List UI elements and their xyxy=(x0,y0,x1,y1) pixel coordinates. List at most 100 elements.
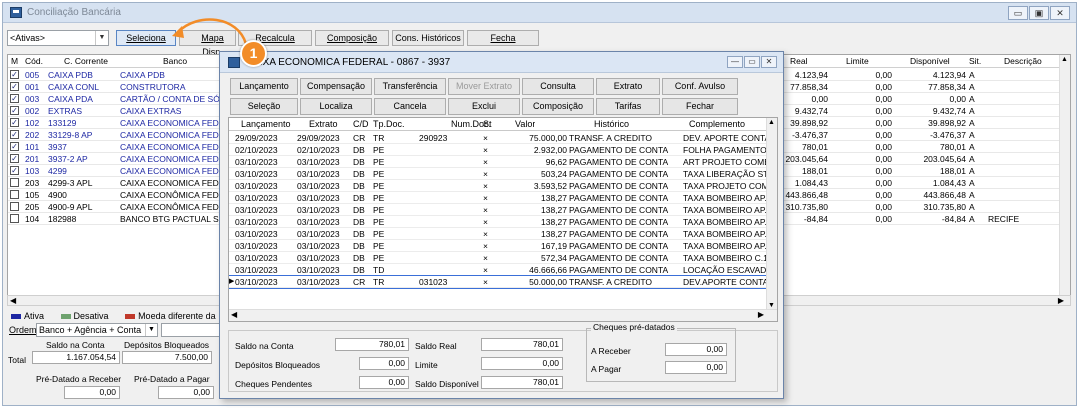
dlg-saldo-disp-label: Saldo Disponível xyxy=(415,379,479,389)
cell-historico: PAGAMENTO DE CONTA xyxy=(569,265,669,275)
cell-cd: DB xyxy=(353,241,365,251)
scroll-left-icon[interactable]: ◀ xyxy=(231,310,237,319)
tarifas-label: Tarifas xyxy=(614,101,642,111)
scroll-up-icon[interactable]: ▲ xyxy=(768,119,775,126)
transactions-vertical-scrollbar[interactable]: ▲ ▼ xyxy=(766,118,777,310)
cell-lancamento: 03/10/2023 xyxy=(235,205,278,215)
composicao-button[interactable]: Composição xyxy=(315,30,389,46)
table-row[interactable]: 03/10/2023 03/10/2023 DB TD × 46.666,66 PAGAME… xyxy=(229,264,767,276)
cell-conta-corrente: CAIXA PDA xyxy=(48,94,93,104)
row-checkbox[interactable]: ✓ xyxy=(10,166,19,175)
table-row[interactable]: 02/10/2023 02/10/2023 DB PE × 2.932,00 PAGAMEN… xyxy=(229,144,767,156)
conf-avulso-button[interactable]: Conf. Avulso xyxy=(662,78,738,95)
compensacao-button[interactable]: Compensação xyxy=(300,78,372,95)
table-row[interactable]: 03/10/2023 03/10/2023 DB PE × 138,27 PAGAMENTO… xyxy=(229,216,767,228)
transactions-horizontal-scrollbar[interactable]: ◀ ▶ xyxy=(229,309,777,321)
grid-vertical-scrollbar[interactable]: ▲ xyxy=(1059,55,1070,295)
maximize-button[interactable]: ▣ xyxy=(1029,6,1049,20)
col-tp-doc: Tp.Doc. xyxy=(373,119,405,129)
table-row[interactable]: 03/10/2023 03/10/2023 DB PE × 138,27 PAGAMENTO… xyxy=(229,228,767,240)
chevron-down-icon[interactable]: ▼ xyxy=(95,31,108,45)
ordem-select[interactable]: Banco + Agência + Conta ▼ xyxy=(36,323,158,337)
scroll-right-icon[interactable]: ▶ xyxy=(758,310,764,319)
cell-extrato: 03/10/2023 xyxy=(297,157,340,167)
row-checkbox[interactable] xyxy=(10,214,19,223)
saldo-conta-label: Saldo na Conta xyxy=(46,340,105,350)
scroll-right-icon[interactable]: ▶ xyxy=(1058,296,1064,305)
cell-lancamento: 03/10/2023 xyxy=(235,265,278,275)
localiza-button[interactable]: Localiza xyxy=(300,98,372,115)
transferencia-button[interactable]: Transferência xyxy=(374,78,446,95)
lancamento-button[interactable]: Lançamento xyxy=(230,78,298,95)
chevron-down-icon[interactable]: ▼ xyxy=(145,324,157,336)
legend-ativa-label: Ativa xyxy=(24,311,45,321)
minimize-button[interactable]: ▭ xyxy=(1008,6,1028,20)
dep-bloq-value: 7.500,00 xyxy=(122,351,212,364)
row-checkbox[interactable] xyxy=(10,202,19,211)
fecha-button[interactable]: Fecha xyxy=(467,30,539,46)
row-checkbox[interactable]: ✓ xyxy=(10,82,19,91)
table-row[interactable]: 03/10/2023 03/10/2023 DB PE × 3.593,52 PAGAMEN… xyxy=(229,180,767,192)
cell-banco: CONSTRUTORA xyxy=(120,82,186,92)
cell-banco: CAIXA ECONOMICA FEDER xyxy=(120,154,222,164)
dialog-close-button[interactable]: ✕ xyxy=(761,56,777,68)
table-row[interactable]: ▶ 03/10/2023 03/10/2023 CR TR 031023 × 50.000,0… xyxy=(229,275,768,289)
cell-historico: PAGAMENTO DE CONTA xyxy=(569,193,669,203)
table-row[interactable]: 03/10/2023 03/10/2023 DB PE × 138,27 PAGAMENTO… xyxy=(229,204,767,216)
row-checkbox[interactable]: ✓ xyxy=(10,94,19,103)
cell-real: 39.898,92 xyxy=(790,118,828,128)
compensacao-label: Compensação xyxy=(306,81,366,91)
cell-cod: 101 xyxy=(25,142,40,152)
cons-historicos-button[interactable]: Cons. Históricos xyxy=(392,30,464,46)
exclui-button[interactable]: Exclui xyxy=(448,98,520,115)
cell-limite: 0,00 xyxy=(875,106,892,116)
seleciona-button[interactable]: Seleciona xyxy=(116,30,176,46)
cell-cd: DB xyxy=(353,265,365,275)
cell-real: 310.735,80 xyxy=(785,202,828,212)
total-label: Total xyxy=(8,355,26,365)
table-row[interactable]: 29/09/2023 29/09/2023 CR TR 290923 × 75.000,00… xyxy=(229,132,767,144)
row-checkbox[interactable]: ✓ xyxy=(10,154,19,163)
cell-st: × xyxy=(483,145,488,155)
table-row[interactable]: 03/10/2023 03/10/2023 DB PE × 96,62 PAGAMENTO … xyxy=(229,156,767,168)
cell-real: 188,01 xyxy=(802,166,828,176)
row-checkbox[interactable]: ✓ xyxy=(10,106,19,115)
composicao-dialog-button[interactable]: Composição xyxy=(522,98,594,115)
cell-conta-corrente: 3937 xyxy=(48,142,67,152)
row-checkbox[interactable]: ✓ xyxy=(10,70,19,79)
dialog-minimize-button[interactable]: — xyxy=(727,56,743,68)
row-checkbox[interactable]: ✓ xyxy=(10,130,19,139)
row-checkbox[interactable] xyxy=(10,178,19,187)
table-row[interactable]: 03/10/2023 03/10/2023 DB PE × 572,34 PAGAMENTO… xyxy=(229,252,767,264)
fechar-button[interactable]: Fechar xyxy=(662,98,738,115)
window-title: Conciliação Bancária xyxy=(27,7,121,18)
tarifas-button[interactable]: Tarifas xyxy=(596,98,660,115)
cell-cod: 103 xyxy=(25,166,40,176)
table-row[interactable]: 03/10/2023 03/10/2023 DB PE × 503,24 PAGAMENTO… xyxy=(229,168,767,180)
scroll-up-icon[interactable]: ▲ xyxy=(1061,56,1068,63)
cell-disponivel: 77.858,34 xyxy=(928,82,966,92)
cell-sit: A xyxy=(969,70,975,80)
cell-limite: 0,00 xyxy=(875,214,892,224)
extrato-button[interactable]: Extrato xyxy=(596,78,660,95)
cell-tp-doc: TR xyxy=(373,277,385,287)
ordem-search-input[interactable] xyxy=(161,323,221,337)
selecao-button[interactable]: Seleção xyxy=(230,98,298,115)
row-checkbox[interactable]: ✓ xyxy=(10,118,19,127)
row-checkbox[interactable] xyxy=(10,190,19,199)
cell-historico: PAGAMENTO DE CONTA xyxy=(569,205,669,215)
filter-select[interactable]: <Ativas> ▼ xyxy=(7,30,109,46)
cell-cd: DB xyxy=(353,157,365,167)
table-row[interactable]: 03/10/2023 03/10/2023 DB PE × 167,19 PAGAMENTO… xyxy=(229,240,767,252)
col-cd: C/D xyxy=(353,119,369,129)
close-button[interactable]: ✕ xyxy=(1050,6,1070,20)
table-row[interactable]: 03/10/2023 03/10/2023 DB PE × 138,27 PAGAMENTO… xyxy=(229,192,767,204)
scroll-left-icon[interactable]: ◀ xyxy=(10,296,16,305)
consulta-button[interactable]: Consulta xyxy=(522,78,594,95)
mover-extrato-button[interactable]: Mover Extrato xyxy=(448,78,520,95)
cancela-button[interactable]: Cancela xyxy=(374,98,446,115)
transactions-grid[interactable]: Lançamento Extrato C/D Tp.Doc. Num.Doc. … xyxy=(228,117,778,322)
row-checkbox[interactable]: ✓ xyxy=(10,142,19,151)
scroll-down-icon[interactable]: ▼ xyxy=(768,302,775,309)
dialog-maximize-button[interactable]: ▭ xyxy=(744,56,760,68)
